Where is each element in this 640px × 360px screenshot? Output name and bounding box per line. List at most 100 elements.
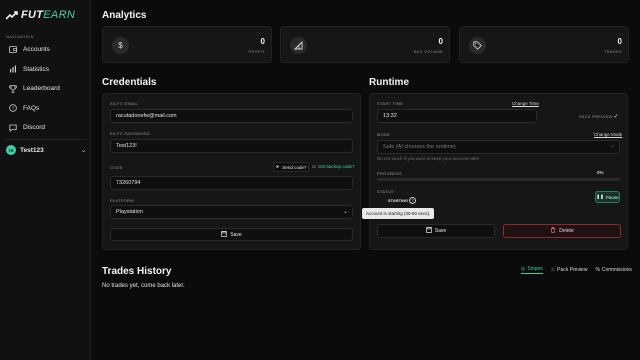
code-label: CODE	[110, 165, 123, 170]
nav-section-label: NAVIGATION	[6, 34, 35, 39]
sidebar-item-label: Accounts	[23, 46, 50, 54]
pack-preview-label: PACK PREVIEW	[579, 114, 613, 119]
tab-label: Pack Preview	[557, 267, 588, 273]
wallet-icon	[9, 46, 17, 54]
trophy-icon	[9, 84, 17, 93]
dollar-icon: $	[112, 37, 129, 54]
mode-label: MODE	[377, 132, 391, 137]
password-field[interactable]: Test123!	[110, 139, 353, 153]
status-label: STATUS	[377, 189, 394, 194]
pause-icon: ❚❚	[596, 194, 604, 199]
stat-card-profit: $ 0 PROFIT	[102, 26, 272, 63]
brand-prefix: FUT	[21, 9, 44, 21]
tab-commissions[interactable]: % Commissions	[595, 266, 631, 274]
pack-preview-checkbox[interactable]: ✓	[612, 112, 620, 120]
stat-value: 0	[260, 37, 265, 46]
target-icon: ◎	[521, 266, 526, 272]
trades-title: Trades History	[102, 266, 172, 277]
trades-tabs: ◎ Snipes ☆ Pack Preview % Commissions	[521, 266, 632, 274]
chevron-down-icon: ⌄	[610, 143, 616, 149]
sidebar-item-statistics[interactable]: Statistics	[0, 60, 91, 80]
sidebar-divider	[4, 139, 87, 140]
runtime-save-button[interactable]: Save	[377, 224, 495, 238]
progress-label: PROGRESS	[377, 171, 403, 176]
save-label: Save	[434, 228, 447, 234]
sidebar-item-faqs[interactable]: ? FAQs	[0, 99, 91, 119]
change-mode-link[interactable]: Change Mode	[594, 132, 622, 137]
tab-label: Commissions	[601, 267, 632, 273]
runtime-title: Runtime	[369, 77, 409, 88]
stat-label: TRADES	[603, 49, 622, 54]
logo[interactable]: FUTEARN	[6, 9, 75, 21]
email-label: EA FC EMAIL	[110, 101, 138, 106]
chevron-down-icon: ⌄	[343, 209, 349, 215]
sidebar-item-label: Statistics	[23, 65, 50, 73]
stat-label: PROFIT	[248, 49, 265, 54]
user-name: Test123	[20, 146, 44, 154]
password-label: EA FC PASSWORD	[110, 131, 150, 136]
start-time-field[interactable]: 13:32	[377, 109, 537, 123]
send-code-button[interactable]: ➤ Send code?	[273, 162, 309, 172]
code-field[interactable]: 73260794	[110, 176, 353, 190]
trend-up-icon	[6, 11, 18, 20]
or-text: or	[312, 164, 317, 169]
send-icon: ➤	[275, 164, 280, 169]
sidebar-item-label: FAQs	[23, 104, 40, 112]
brand-name: FUTEARN	[21, 9, 75, 21]
backup-code-link[interactable]: Get backup code?	[318, 164, 355, 169]
tab-snipes[interactable]: ◎ Snipes	[521, 266, 543, 274]
mode-hint: Do not touch if you want to keep your ac…	[377, 156, 480, 161]
triangle-chart-icon	[290, 37, 307, 54]
delete-label: Delete	[559, 228, 574, 234]
analytics-title: Analytics	[102, 10, 147, 21]
trash-icon	[550, 227, 556, 235]
save-label: Save	[230, 231, 242, 238]
status-tooltip: Account is starting (30-60 secs).	[362, 208, 435, 219]
mode-select[interactable]: Safe (AI chooses the runtime)	[377, 140, 620, 154]
percent-icon: %	[595, 267, 600, 273]
trades-empty-message: No trades yet, come back later.	[102, 283, 185, 289]
platform-select[interactable]: Playstation	[110, 205, 353, 219]
star-icon: ☆	[550, 267, 556, 273]
save-icon	[221, 230, 228, 239]
email-field[interactable]: racutadonefw@mail.com	[110, 109, 353, 123]
pause-button[interactable]: ❚❚ Pause	[595, 191, 620, 203]
progress-value: 0%	[597, 170, 604, 175]
tag-icon	[469, 37, 486, 54]
start-time-label: START TIME	[377, 101, 404, 106]
stat-card-trades: 0 TRADES	[459, 26, 629, 63]
stat-label: BUY VOLUME	[413, 49, 443, 54]
chevron-down-icon: ⌄	[80, 147, 86, 154]
tab-label: Snipes	[527, 266, 543, 272]
credentials-save-button[interactable]: Save	[110, 228, 353, 241]
status-value: STARTING	[388, 198, 409, 203]
sidebar-item-accounts[interactable]: Accounts	[0, 40, 91, 60]
sidebar-nav: Accounts Statistics Leaderboard ? FAQs D…	[0, 40, 91, 138]
check-icon: ✓	[613, 113, 619, 120]
chat-icon	[9, 124, 17, 132]
sidebar: FUTEARN NAVIGATION Accounts Statistics L…	[0, 0, 91, 360]
delete-button[interactable]: Delete	[503, 224, 621, 238]
sidebar-item-discord[interactable]: Discord	[0, 118, 91, 138]
sidebar-item-label: Discord	[23, 124, 46, 132]
help-circle-icon: ?	[9, 104, 17, 113]
user-menu[interactable]: TE Test123 ⌄	[6, 144, 86, 156]
bar-chart-icon	[9, 65, 17, 73]
sidebar-item-leaderboard[interactable]: Leaderboard	[0, 79, 91, 99]
send-code-label: Send code?	[282, 164, 307, 170]
stat-value: 0	[438, 37, 443, 46]
pause-label: Pause	[605, 194, 619, 200]
svg-text:?: ?	[12, 106, 15, 111]
change-time-link[interactable]: Change Time	[512, 101, 539, 106]
save-icon	[425, 227, 432, 235]
stat-value: 0	[617, 37, 622, 46]
help-circle-icon[interactable]: ?	[409, 197, 416, 204]
stat-card-buy-volume: 0 BUY VOLUME	[280, 26, 450, 63]
tab-pack-preview[interactable]: ☆ Pack Preview	[551, 266, 588, 274]
platform-label: PLATFORM	[110, 198, 134, 203]
brand-suffix: EARN	[43, 9, 76, 21]
avatar: TE	[6, 145, 16, 155]
credentials-title: Credentials	[102, 77, 157, 88]
sidebar-item-label: Leaderboard	[23, 85, 60, 93]
progress-bar	[377, 178, 620, 181]
